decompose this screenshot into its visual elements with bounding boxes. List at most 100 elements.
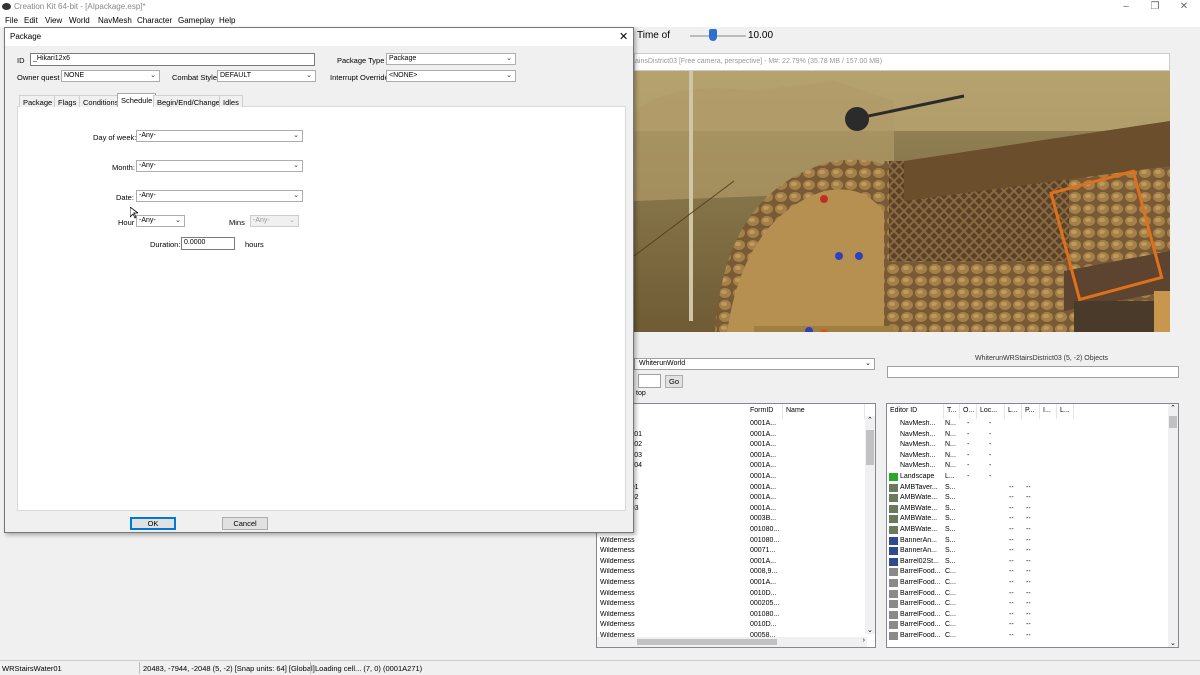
table-row[interactable]: BarrelFood... C... -- -- [887, 610, 1170, 621]
interrupt-override-select[interactable]: <NONE> ⌄ [386, 70, 516, 82]
duration-field[interactable]: 0.0000 [181, 237, 235, 250]
scroll-down-icon[interactable]: ⌄ [867, 626, 873, 634]
table-row[interactable]: AMBWate... S... -- -- [887, 504, 1170, 515]
objects-list[interactable]: Editor ID T... O... Loc... L... P... I..… [886, 403, 1179, 648]
go-button[interactable]: Go [665, 375, 683, 388]
tab-schedule[interactable]: Schedule [117, 93, 157, 107]
scroll-thumb[interactable] [1169, 416, 1177, 428]
column-header-i[interactable]: I... [1040, 404, 1057, 419]
table-row[interactable]: Wilderness 0001A... [597, 578, 867, 589]
table-row[interactable]: BarrelFood... C... -- -- [887, 631, 1170, 642]
hscroll-thumb[interactable] [637, 639, 777, 645]
table-row[interactable]: BarrelFood... C... -- -- [887, 620, 1170, 631]
id-field[interactable]: _Hikari12x6 [30, 53, 315, 66]
hour-select[interactable]: -Any- ⌄ [136, 215, 185, 227]
table-row[interactable]: Wilderness 000205... [597, 599, 867, 610]
table-row[interactable]: BannerAn... S... -- -- [887, 536, 1170, 547]
close-icon[interactable]: ✕ [619, 30, 628, 43]
table-row[interactable]: NavMesh... N... - - [887, 430, 1170, 441]
table-row[interactable]: NavMesh... N... - - [887, 461, 1170, 472]
table-row[interactable]: AMBWate... S... -- -- [887, 514, 1170, 525]
table-row[interactable]: AMBTaver... S... -- -- [887, 483, 1170, 494]
table-row[interactable]: Wilderness 00071... [597, 546, 867, 557]
column-header-location[interactable]: Loc... [977, 404, 1005, 419]
table-row[interactable]: gin0001A... [597, 419, 867, 430]
table-row[interactable]: Wilderness 0010D... [597, 589, 867, 600]
column-header-name[interactable]: Name [783, 404, 865, 419]
day-of-week-select[interactable]: -Any- ⌄ [136, 130, 303, 142]
time-slider-thumb[interactable] [709, 29, 717, 41]
menu-navmesh[interactable]: NavMesh [98, 16, 132, 25]
cell-coord-input[interactable] [638, 374, 661, 388]
table-row[interactable]: NavMesh... N... - - [887, 440, 1170, 451]
close-button[interactable]: ✕ [1174, 1, 1194, 13]
combat-style-select[interactable]: DEFAULT ⌄ [217, 70, 316, 82]
table-row[interactable]: Wilderness 001080... [597, 536, 867, 547]
column-header-owner[interactable]: O... [960, 404, 977, 419]
tab-conditions[interactable]: Conditions [79, 95, 123, 107]
table-row[interactable]: Landscape L... - - [887, 472, 1170, 483]
owner-quest-select[interactable]: NONE ⌄ [61, 70, 160, 82]
table-row[interactable]: indDistrict030001A... [597, 504, 867, 515]
column-header-editor-id[interactable]: Editor ID [887, 404, 944, 419]
column-header-type[interactable]: T... [944, 404, 960, 419]
cancel-button[interactable]: Cancel [222, 517, 268, 530]
table-row[interactable]: BannerAn... S... -- -- [887, 546, 1170, 557]
render-viewport[interactable] [634, 71, 1170, 361]
table-row[interactable]: 0003B... [597, 514, 867, 525]
month-select[interactable]: -Any- ⌄ [136, 160, 303, 172]
date-select[interactable]: -Any- ⌄ [136, 190, 303, 202]
menu-character[interactable]: Character [137, 16, 172, 25]
table-row[interactable]: ainsDistrict030001A... [597, 451, 867, 462]
cell-filter-input[interactable] [887, 366, 1179, 378]
tab-package[interactable]: Package [19, 95, 57, 107]
table-row[interactable]: AMBWate... S... -- -- [887, 493, 1170, 504]
package-type-select[interactable]: Package ⌄ [386, 53, 516, 65]
table-row[interactable]: NavMesh... N... - - [887, 419, 1170, 430]
menu-file[interactable]: File [5, 16, 18, 25]
table-row[interactable]: Wilderness 001080... [597, 610, 867, 621]
table-row[interactable]: ainsDistrict040001A... [597, 461, 867, 472]
table-row[interactable]: ainsDistrict010001A... [597, 430, 867, 441]
table-row[interactable]: Wilderness 0010D... [597, 620, 867, 631]
table-row[interactable]: NavMesh... N... - - [887, 451, 1170, 462]
column-header-p[interactable]: P... [1022, 404, 1040, 419]
scroll-right-icon[interactable]: › [863, 637, 865, 644]
table-row[interactable]: Barrel02St... S... -- -- [887, 557, 1170, 568]
minimize-button[interactable]: – [1116, 1, 1136, 13]
ok-button[interactable]: OK [130, 517, 176, 530]
table-row[interactable]: Wilderness 0008,9... [597, 567, 867, 578]
cell-list-hscrollbar[interactable]: › [597, 637, 867, 647]
table-row[interactable]: 001080... [597, 525, 867, 536]
menu-help[interactable]: Help [219, 16, 235, 25]
menu-gameplay[interactable]: Gameplay [178, 16, 214, 25]
tab-flags[interactable]: Flags [54, 95, 81, 107]
table-row[interactable]: yforge0001A... [597, 472, 867, 483]
cell-list-scrollbar[interactable]: ⌃ ⌄ [865, 416, 875, 634]
scroll-down-icon[interactable]: ⌄ [1170, 639, 1176, 647]
table-row[interactable]: BarrelFood... C... -- -- [887, 589, 1170, 600]
menu-world[interactable]: World [69, 16, 90, 25]
tab-begin-end-change[interactable]: Begin/End/Change [153, 95, 224, 107]
table-row[interactable]: AMBWate... S... -- -- [887, 525, 1170, 536]
scroll-thumb[interactable] [866, 430, 874, 465]
mins-select[interactable]: -Any- ⌄ [250, 215, 299, 227]
table-row[interactable]: BarrelFood... C... -- -- [887, 599, 1170, 610]
time-slider-track[interactable] [690, 35, 746, 37]
maximize-button[interactable]: ❐ [1145, 1, 1165, 13]
column-header-l2[interactable]: L... [1057, 404, 1074, 419]
world-space-dropdown[interactable]: WhiterunWorld ⌄ [634, 358, 875, 370]
objects-list-scrollbar[interactable]: ⌃ ⌄ [1168, 404, 1178, 647]
table-row[interactable]: BarrelFood... C... -- -- [887, 578, 1170, 589]
column-header-l1[interactable]: L... [1005, 404, 1022, 419]
table-row[interactable]: ainsDistrict020001A... [597, 440, 867, 451]
table-row[interactable]: indDistrict020001A... [597, 493, 867, 504]
scroll-up-icon[interactable]: ⌃ [1170, 404, 1176, 412]
menu-view[interactable]: View [45, 16, 62, 25]
cell-list[interactable]: FormID Name gin0001A...ainsDistrict01000… [596, 403, 876, 648]
table-row[interactable]: indDistrict010001A... [597, 483, 867, 494]
table-row[interactable]: BarrelFood... C... -- -- [887, 567, 1170, 578]
tab-idles[interactable]: Idles [219, 95, 243, 107]
scroll-up-icon[interactable]: ⌃ [867, 416, 873, 424]
column-header-formid[interactable]: FormID [747, 404, 783, 419]
